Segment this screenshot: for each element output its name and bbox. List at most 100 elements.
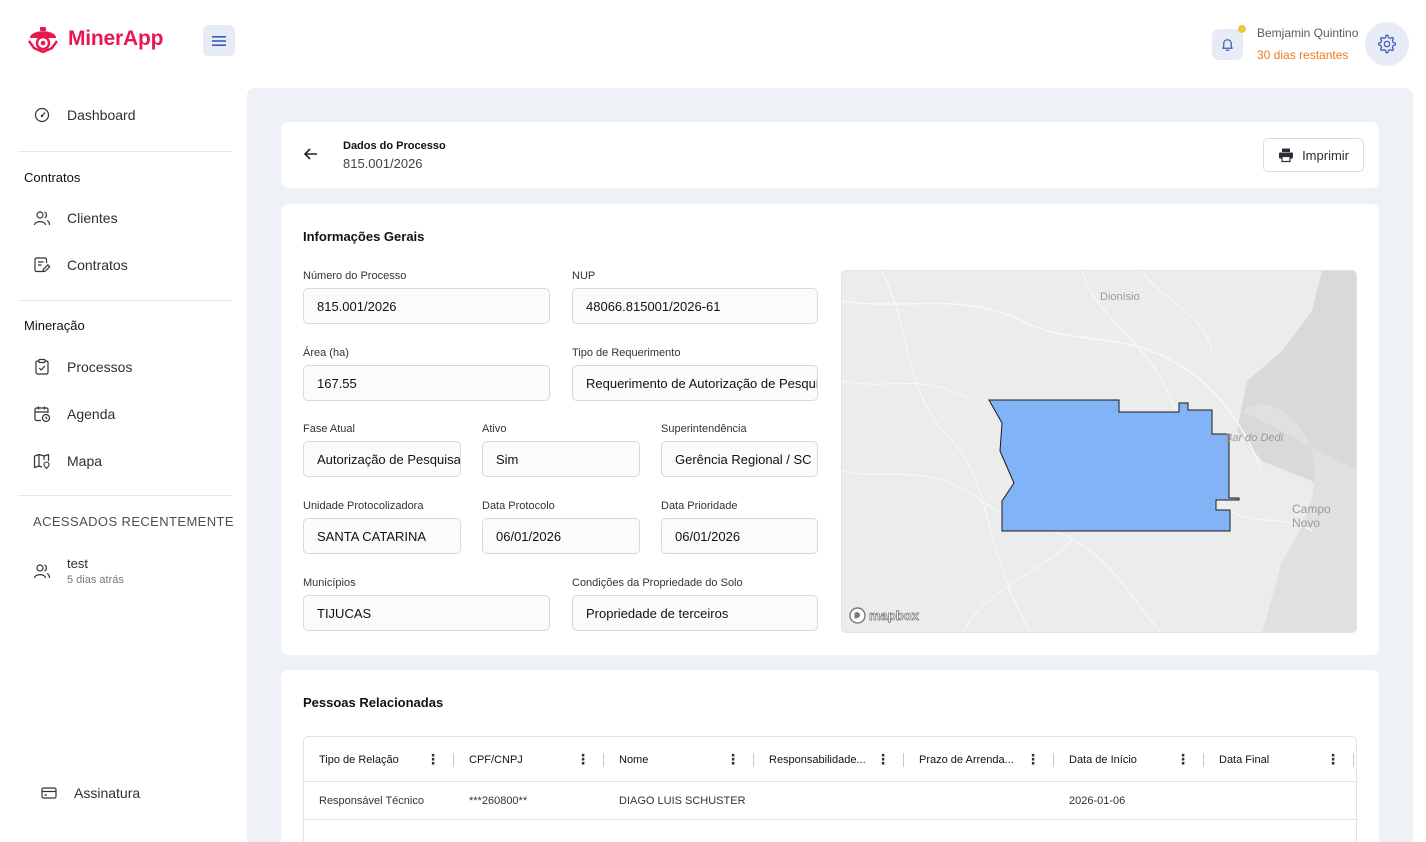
field-label: Ativo	[482, 423, 507, 435]
current-phase-field[interactable]: Autorização de Pesquisa	[303, 441, 461, 477]
sidebar-item-label: Processos	[67, 359, 133, 375]
active-field[interactable]: Sim	[482, 441, 640, 477]
page-title: Dados do Processo	[343, 140, 446, 152]
sidebar: Dashboard Contratos Clientes Contratos M…	[0, 88, 247, 842]
users-icon	[33, 211, 51, 226]
section-title: Informações Gerais	[303, 229, 425, 244]
user-name: Bemjamin Quintino	[1257, 26, 1359, 40]
sidebar-item-subscription[interactable]: Assinatura	[40, 784, 140, 802]
field-label: Condições da Propriedade do Solo	[572, 577, 743, 589]
trial-days-remaining: 30 dias restantes	[1257, 48, 1349, 62]
column-header[interactable]: Data Final ⋮	[1204, 737, 1354, 782]
notification-badge	[1238, 25, 1246, 33]
field-label: Tipo de Requerimento	[572, 347, 681, 359]
mapbox-logo-icon	[849, 607, 866, 624]
dashboard-gauge-icon	[34, 107, 50, 123]
recent-item[interactable]: test 5 dias atrás	[33, 556, 124, 586]
column-header[interactable]: CPF/CNPJ ⋮	[454, 737, 604, 782]
field-label: NUP	[572, 270, 596, 282]
section-mining: Mineração	[24, 318, 85, 333]
mapbox-wordmark: mapbox	[869, 608, 920, 624]
column-menu-icon[interactable]: ⋮	[1026, 752, 1040, 766]
sidebar-item-clients[interactable]: Clientes	[33, 209, 118, 227]
column-header-label: Data Final	[1219, 753, 1270, 766]
back-button[interactable]	[303, 146, 319, 167]
notifications-button[interactable]	[1212, 29, 1243, 60]
column-menu-icon[interactable]: ⋮	[876, 752, 890, 766]
column-menu-icon[interactable]: ⋮	[1176, 752, 1190, 766]
section-recently-accessed: ACESSADOS RECENTEMENTE	[33, 514, 234, 529]
recent-item-text: test 5 dias atrás	[67, 556, 124, 586]
column-header[interactable]: Nome ⋮	[604, 737, 754, 782]
request-type-field[interactable]: Requerimento de Autorização de Pesquisa	[572, 365, 818, 401]
menu-toggle-button[interactable]	[203, 25, 235, 56]
sidebar-item-label: Assinatura	[74, 785, 141, 801]
column-header[interactable]: Data de Início ⋮	[1054, 737, 1204, 782]
recent-item-subtitle: 5 dias atrás	[67, 574, 124, 586]
print-label: Imprimir	[1302, 147, 1349, 163]
process-number-field[interactable]: 815.001/2026	[303, 288, 550, 324]
field-label: Fase Atual	[303, 423, 355, 435]
field-label: Data Protocolo	[482, 500, 555, 512]
table-cell: Responsável Técnico	[319, 795, 424, 807]
sidebar-item-processes[interactable]: Processos	[33, 358, 132, 376]
superintendence-field[interactable]: Gerência Regional / SC	[661, 441, 818, 477]
contract-edit-icon	[34, 257, 51, 273]
land-conditions-field[interactable]: Propriedade de terceiros	[572, 595, 818, 631]
sidebar-item-label: Clientes	[67, 210, 118, 226]
hamburger-icon	[212, 35, 226, 46]
sidebar-item-dashboard[interactable]: Dashboard	[33, 106, 136, 124]
main-content: Dados do Processo 815.001/2026 Imprimir …	[247, 88, 1413, 842]
section-title: Pessoas Relacionadas	[303, 695, 444, 710]
sidebar-item-label: Contratos	[67, 257, 128, 273]
table-row[interactable]	[304, 820, 1356, 842]
process-area-polygon	[988, 399, 1240, 532]
table-row[interactable]: Responsável Técnico ***260800** DIAGO LU…	[304, 782, 1356, 820]
column-menu-icon[interactable]: ⋮	[726, 752, 740, 766]
sidebar-divider	[18, 300, 232, 301]
process-map[interactable]: Dionísio Bar do Dedi Campo Novo mapbox	[841, 270, 1357, 633]
field-label: Data Prioridade	[661, 500, 738, 512]
printer-icon	[1279, 148, 1294, 163]
map-place-label: Campo Novo	[1292, 502, 1331, 530]
sidebar-divider	[18, 151, 232, 152]
protocol-date-field[interactable]: 06/01/2026	[482, 518, 640, 554]
recent-item-title: test	[67, 556, 88, 571]
field-label: Municípios	[303, 577, 356, 589]
mapbox-attribution[interactable]: mapbox	[849, 607, 919, 624]
column-header-label: Responsabilidade...	[769, 753, 866, 766]
process-header-card: Dados do Processo 815.001/2026 Imprimir	[281, 122, 1379, 188]
column-separator[interactable]	[1353, 753, 1354, 767]
column-menu-icon[interactable]: ⋮	[1326, 752, 1340, 766]
sidebar-item-contracts[interactable]: Contratos	[33, 256, 128, 274]
priority-date-field[interactable]: 06/01/2026	[661, 518, 818, 554]
section-contracts: Contratos	[24, 170, 81, 185]
column-menu-icon[interactable]: ⋮	[576, 752, 590, 766]
related-people-card: Pessoas Relacionadas Tipo de Relação ⋮ C…	[281, 670, 1379, 842]
column-header[interactable]: Tipo de Relação ⋮	[304, 737, 454, 782]
sidebar-item-agenda[interactable]: Agenda	[33, 405, 115, 423]
field-label: Área (ha)	[303, 347, 349, 359]
top-bar: MinerApp Bemjamin Quintino 30 dias resta…	[0, 0, 1426, 88]
sidebar-item-label: Dashboard	[67, 107, 136, 123]
column-header[interactable]: Prazo de Arrenda... ⋮	[904, 737, 1054, 782]
settings-button[interactable]	[1365, 22, 1409, 66]
field-label: Superintendência	[661, 423, 747, 435]
table-cell: ***260800**	[469, 795, 528, 807]
area-field[interactable]: 167.55	[303, 365, 550, 401]
table-cell: DIAGO LUIS SCHUSTER	[619, 795, 746, 807]
filing-unit-field[interactable]: SANTA CATARINA	[303, 518, 461, 554]
municipalities-field[interactable]: TIJUCAS	[303, 595, 550, 631]
sidebar-item-map[interactable]: Mapa	[33, 452, 102, 470]
column-menu-icon[interactable]: ⋮	[426, 752, 440, 766]
app-logo[interactable]: MinerApp	[26, 24, 163, 54]
field-label: Unidade Protocolizadora	[303, 500, 424, 512]
bell-icon	[1222, 39, 1233, 51]
nup-field[interactable]: 48066.815001/2026-61	[572, 288, 818, 324]
column-header[interactable]: Responsabilidade... ⋮	[754, 737, 904, 782]
print-button[interactable]: Imprimir	[1263, 138, 1364, 172]
map-icon	[33, 453, 50, 470]
app-root: MinerApp Bemjamin Quintino 30 dias resta…	[0, 0, 1426, 842]
credit-card-icon	[41, 787, 57, 799]
column-header-label: Nome	[619, 753, 649, 766]
